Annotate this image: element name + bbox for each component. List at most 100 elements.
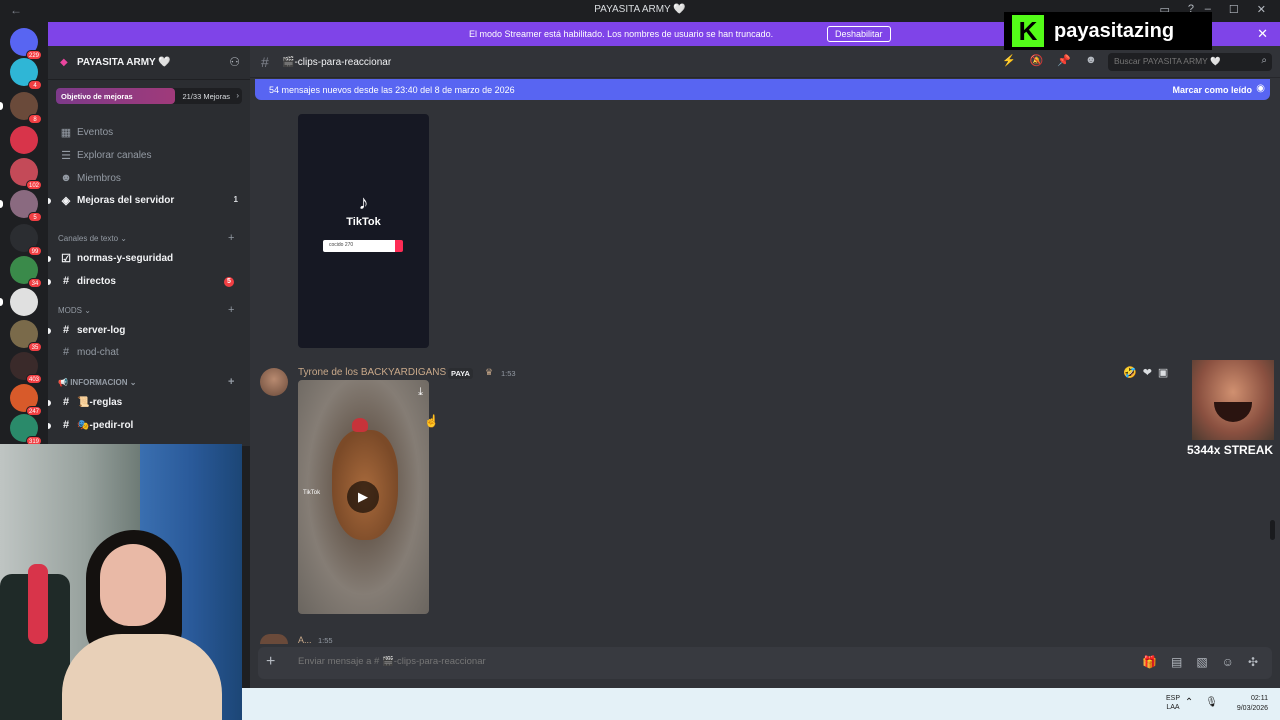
nav-browse-channels[interactable]: ☰ Explorar canales	[56, 147, 244, 165]
category-informacion[interactable]: 📢 INFORMACION ⌄ +	[58, 376, 234, 388]
hash-icon: #	[62, 396, 70, 408]
new-messages-text: 54 mensajes nuevos desde las 23:40 del 8…	[269, 85, 515, 95]
server-tag[interactable]: PAYA	[448, 368, 473, 379]
message-author[interactable]: Tyrone de los BACKYARDIGANS	[298, 367, 446, 378]
channel-pedir-rol[interactable]: # 🎭-pedir-rol	[56, 417, 244, 435]
tray-expand-icon[interactable]: ⌃	[1185, 697, 1193, 708]
attach-icon[interactable]: +	[266, 653, 275, 671]
server-badge: 35	[28, 342, 42, 352]
channel-reglas[interactable]: # 📜-reglas	[56, 394, 244, 412]
clock[interactable]: 02:11 9/03/2026	[1237, 694, 1268, 714]
channel-title: 🎬-clips-para-reaccionar	[282, 57, 392, 68]
disable-streamer-button[interactable]: Deshabilitar	[827, 26, 891, 42]
channel-server-log[interactable]: # server-log	[56, 322, 244, 340]
server-icon[interactable]: 5	[10, 190, 42, 222]
invite-icon[interactable]: ⚇	[229, 55, 240, 69]
channel-label: directos	[77, 276, 116, 287]
clock-time: 02:11	[1251, 695, 1268, 702]
category-text-channels[interactable]: Canales de texto ⌄ +	[58, 232, 234, 244]
server-badge: 4	[28, 80, 42, 90]
server-icon[interactable]: 102	[10, 158, 42, 190]
scrollbar-thumb[interactable]	[1270, 520, 1275, 540]
role-icon: ♛	[485, 367, 494, 377]
video-watermark: TikTok	[303, 490, 321, 496]
hash-icon: #	[62, 419, 70, 431]
download-icon[interactable]: ⤓	[418, 386, 423, 399]
tiktok-logo-icon: ♪	[358, 192, 369, 214]
kick-channel-name: payasitazing	[1054, 20, 1175, 42]
server-icon[interactable]: 319	[10, 414, 42, 446]
header-tools: ⚡ 🔕 📌 ☻	[1002, 54, 1097, 67]
search-box[interactable]: ⌕	[1108, 53, 1272, 71]
tiktok-embed[interactable]: ♪ TikTok cocido 270	[298, 114, 429, 348]
message-time: 1:55	[318, 636, 333, 645]
server-icon[interactable]: 35	[10, 320, 42, 352]
language-indicator[interactable]: ESP LAA	[1166, 694, 1180, 712]
channels-icon: ☰	[61, 150, 71, 162]
message-author[interactable]: A...	[298, 635, 312, 645]
mute-icon[interactable]: 🔕	[1030, 54, 1044, 67]
avatar[interactable]	[260, 368, 288, 396]
server-icon[interactable]: 34	[10, 256, 42, 288]
hash-icon: #	[62, 346, 70, 358]
nav-events[interactable]: ▦ Eventos	[56, 124, 244, 142]
reaction-laugh-icon[interactable]: 🤣	[1123, 366, 1137, 379]
nav-server-boosts[interactable]: ◈ Mejoras del servidor 1	[56, 192, 244, 210]
sticker-icon[interactable]: ▧	[1196, 655, 1207, 669]
channel-normas[interactable]: ☑ normas-y-seguridad	[56, 250, 244, 268]
chevron-right-icon: ›	[236, 91, 239, 100]
nav-members[interactable]: ☻ Miembros	[56, 170, 244, 188]
channel-mod-chat[interactable]: # mod-chat	[56, 344, 244, 362]
language-code: ESP	[1165, 695, 1180, 702]
add-channel-icon[interactable]: +	[228, 376, 234, 388]
avatar[interactable]	[260, 634, 288, 644]
reaction-sticker-icon[interactable]: ▣	[1158, 366, 1168, 379]
server-icon[interactable]: 403	[10, 352, 42, 384]
member-list-icon[interactable]: ☻	[1085, 54, 1097, 67]
close-banner-icon[interactable]: ✕	[1257, 26, 1268, 42]
channel-header: # 🎬-clips-para-reaccionar ⚡ 🔕 📌 ☻ ⌕	[250, 46, 1280, 78]
gif-icon[interactable]: ▤	[1171, 655, 1182, 669]
clock-date: 9/03/2026	[1236, 705, 1268, 712]
boost-progress: 21/33 Mejoras	[182, 92, 230, 101]
maximize-icon[interactable]: ☐	[1229, 3, 1239, 16]
search-input[interactable]	[1114, 56, 1254, 66]
mark-as-read-button[interactable]: Marcar como leído	[1172, 85, 1252, 95]
apps-icon[interactable]: ✣	[1248, 655, 1258, 669]
new-messages-bar[interactable]: 54 mensajes nuevos desde las 23:40 del 8…	[255, 79, 1270, 100]
server-badge: 5	[28, 212, 42, 222]
calendar-icon: ▦	[60, 127, 72, 139]
mic-tray-icon[interactable]: 🎙	[1205, 697, 1218, 708]
hand-cursor-icon: ☝	[424, 414, 439, 428]
boost-label: Objetivo de mejoras	[61, 92, 133, 101]
close-window-icon[interactable]: ✕	[1257, 3, 1266, 16]
channel-label: normas-y-seguridad	[77, 253, 174, 264]
message-input[interactable]	[298, 656, 998, 667]
keyboard-layout: LAA	[1166, 704, 1180, 711]
threads-icon[interactable]: ⚡	[1002, 54, 1016, 67]
streak-face-image	[1192, 360, 1274, 440]
server-icon[interactable]: 247	[10, 384, 42, 416]
server-icon[interactable]	[10, 288, 38, 316]
server-icon[interactable]: 4	[10, 58, 42, 90]
server-icon[interactable]	[10, 126, 38, 154]
gift-icon[interactable]: 🎁	[1142, 655, 1157, 669]
add-channel-icon[interactable]: +	[228, 232, 234, 244]
play-icon[interactable]: ▶	[347, 481, 379, 513]
composer-tools: 🎁 ▤ ▧ ☺ ✣	[1142, 655, 1258, 669]
server-icon[interactable]: 99	[10, 224, 42, 256]
video-attachment[interactable]: TikTok ⤓ ▶	[298, 380, 429, 614]
nav-count: 1	[233, 195, 238, 204]
server-badge: 403	[25, 374, 42, 384]
server-badge: 8	[28, 114, 42, 124]
category-mods[interactable]: MODS ⌄ +	[58, 304, 234, 316]
channel-directos[interactable]: # directos 5	[56, 273, 244, 291]
server-icon[interactable]: 8	[10, 92, 42, 124]
reaction-heart-icon[interactable]: ❤	[1143, 366, 1152, 379]
emoji-icon[interactable]: ☺	[1222, 655, 1234, 669]
server-header[interactable]: ◆ PAYASITA ARMY 🤍 ⚇	[48, 46, 250, 80]
boost-goal[interactable]: Objetivo de mejoras 21/33 Mejoras ›	[56, 88, 242, 104]
add-channel-icon[interactable]: +	[228, 304, 234, 316]
pin-icon[interactable]: 📌	[1057, 54, 1071, 67]
direct-messages-icon[interactable]: 229	[10, 28, 42, 60]
